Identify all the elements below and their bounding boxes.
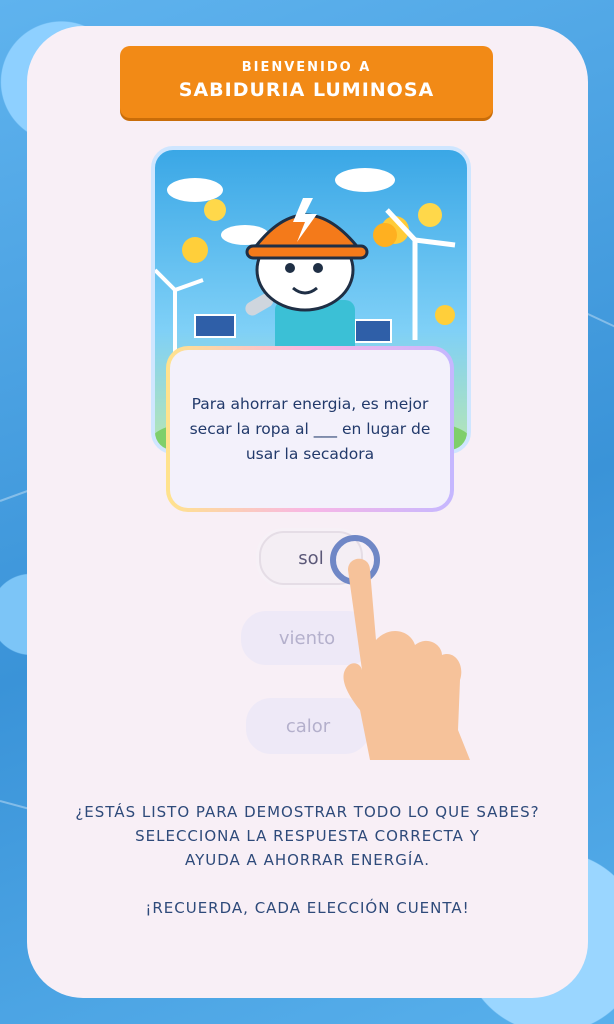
instructions-line-1: ¿ESTÁS LISTO PARA DEMOSTRAR TODO LO QUE … [75,803,540,821]
instructions-line-2: SELECCIONA LA RESPUESTA CORRECTA Y [135,827,480,845]
tap-hand-icon [330,535,470,760]
welcome-banner: BIENVENIDO A SABIDURIA LUMINOSA [120,46,493,118]
instructions: ¿ESTÁS LISTO PARA DEMOSTRAR TODO LO QUE … [27,800,588,920]
banner-subtitle: BIENVENIDO A [241,60,372,75]
question-text: Para ahorrar energia, es mejor secar la … [189,394,431,463]
question-card: Para ahorrar energia, es mejor secar la … [166,346,454,512]
banner-title: SABIDURIA LUMINOSA [178,79,435,101]
instructions-line-3: AYUDA A AHORRAR ENERGÍA. [184,851,431,869]
instructions-line-4: ¡RECUERDA, CADA ELECCIÓN CUENTA! [145,899,470,917]
